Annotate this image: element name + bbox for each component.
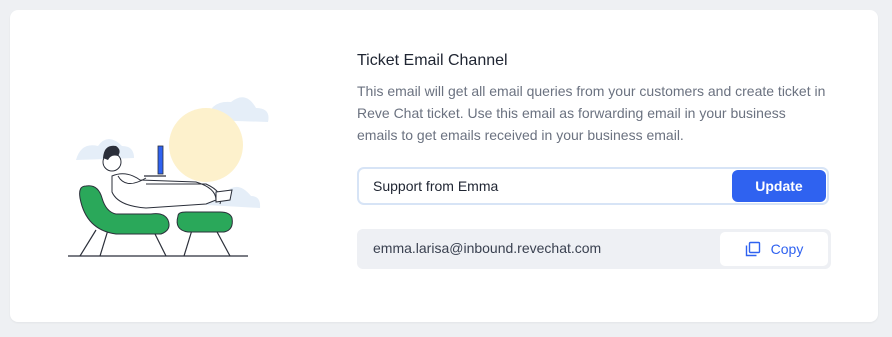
- update-button[interactable]: Update: [732, 170, 826, 202]
- person-with-laptop-illustration: [56, 80, 276, 270]
- channel-name-field: Update: [357, 167, 829, 205]
- copy-icon: [745, 241, 761, 257]
- channel-name-input[interactable]: [373, 169, 723, 203]
- channel-title: Ticket Email Channel: [357, 52, 508, 69]
- channel-content: Ticket Email Channel This email will get…: [357, 50, 837, 146]
- channel-description: This email will get all email queries fr…: [357, 83, 826, 143]
- forwarding-email-field: emma.larisa@inbound.revechat.com Copy: [357, 229, 831, 269]
- copy-button[interactable]: Copy: [720, 232, 828, 266]
- forwarding-email-address: emma.larisa@inbound.revechat.com: [373, 240, 602, 256]
- ticket-email-channel-card: Ticket Email Channel This email will get…: [10, 10, 878, 322]
- copy-label: Copy: [770, 241, 804, 257]
